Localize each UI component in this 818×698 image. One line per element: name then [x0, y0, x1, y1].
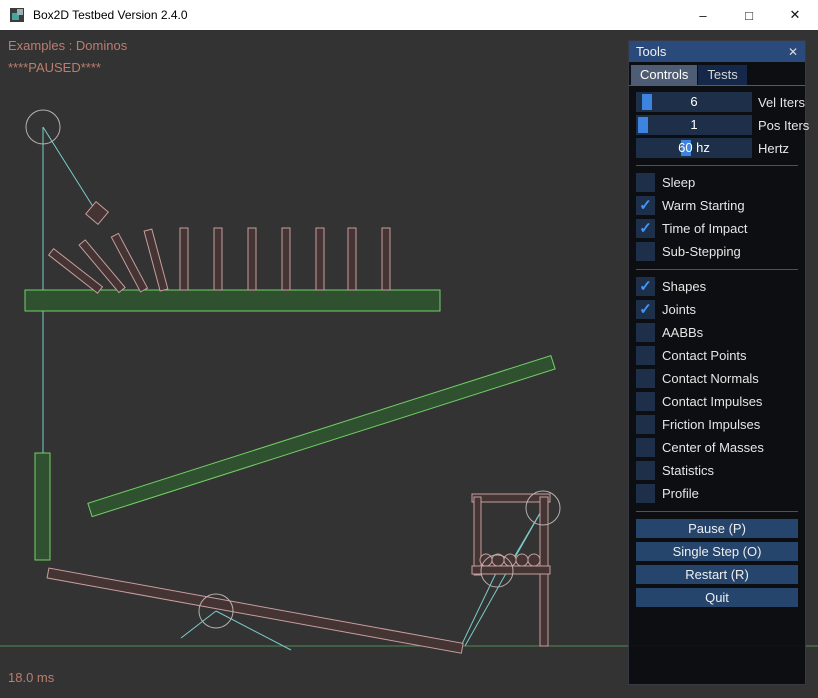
- overlay-text: Examples : Dominos ****PAUSED****: [8, 35, 127, 79]
- tools-panel-title: Tools: [636, 44, 666, 59]
- hertz-row: 60 hz Hertz: [636, 138, 798, 158]
- checkbox-box[interactable]: [636, 484, 655, 503]
- slider-value: 1: [636, 115, 752, 135]
- checkbox-box[interactable]: [636, 173, 655, 192]
- separator: [636, 269, 798, 270]
- tools-panel-titlebar[interactable]: Tools ✕: [629, 41, 805, 62]
- separator: [636, 165, 798, 166]
- checkbox-sub-stepping[interactable]: Sub-Stepping: [636, 242, 798, 261]
- minimize-button[interactable]: –: [680, 0, 726, 30]
- titlebar[interactable]: Box2D Testbed Version 2.4.0 – □ ✕: [0, 0, 818, 30]
- tab-controls[interactable]: Controls: [631, 65, 697, 85]
- seesaw-plank[interactable]: [47, 568, 463, 653]
- maximize-button[interactable]: □: [726, 0, 772, 30]
- checkbox-shapes[interactable]: Shapes: [636, 277, 798, 296]
- restart-button[interactable]: Restart (R): [636, 565, 798, 584]
- checkbox-contact-points[interactable]: Contact Points: [636, 346, 798, 365]
- slider-label: Pos Iters: [758, 118, 809, 133]
- simulation-canvas[interactable]: Examples : Dominos ****PAUSED**** 18.0 m…: [0, 30, 818, 698]
- vel-iters-slider[interactable]: 6: [636, 92, 752, 112]
- tab-bar: Controls Tests: [629, 62, 805, 86]
- checkbox-box[interactable]: [636, 277, 655, 296]
- vel-iters-row: 6 Vel Iters: [636, 92, 798, 112]
- pos-iters-slider[interactable]: 1: [636, 115, 752, 135]
- checkbox-box[interactable]: [636, 196, 655, 215]
- checkbox-joints[interactable]: Joints: [636, 300, 798, 319]
- pause-button[interactable]: Pause (P): [636, 519, 798, 538]
- tab-tests[interactable]: Tests: [698, 65, 746, 85]
- pendulum-box[interactable]: [86, 202, 109, 225]
- checkbox-contact-impulses[interactable]: Contact Impulses: [636, 392, 798, 411]
- checkbox-friction-impulses[interactable]: Friction Impulses: [636, 415, 798, 434]
- close-button[interactable]: ✕: [772, 0, 818, 30]
- panel-close-icon[interactable]: ✕: [788, 45, 798, 59]
- slider-label: Vel Iters: [758, 95, 805, 110]
- single-step-button[interactable]: Single Step (O): [636, 542, 798, 561]
- checkbox-profile[interactable]: Profile: [636, 484, 798, 503]
- checkbox-box[interactable]: [636, 461, 655, 480]
- checkbox-box[interactable]: [636, 346, 655, 365]
- dominoes[interactable]: [49, 228, 390, 293]
- window-title: Box2D Testbed Version 2.4.0: [33, 8, 188, 22]
- quit-button[interactable]: Quit: [636, 588, 798, 607]
- frame-time-label: 18.0 ms: [8, 670, 54, 685]
- checkbox-statistics[interactable]: Statistics: [636, 461, 798, 480]
- checkbox-box[interactable]: [636, 300, 655, 319]
- tools-panel: Tools ✕ Controls Tests 6 Vel Iters: [628, 40, 806, 685]
- small-balls[interactable]: [480, 554, 540, 566]
- angled-plank: [88, 356, 555, 517]
- checkbox-box[interactable]: [636, 323, 655, 342]
- separator: [636, 511, 798, 512]
- slider-value: 60 hz: [636, 138, 752, 158]
- slider-value: 6: [636, 92, 752, 112]
- checkbox-aabbs[interactable]: AABBs: [636, 323, 798, 342]
- checkbox-box[interactable]: [636, 392, 655, 411]
- pos-iters-row: 1 Pos Iters: [636, 115, 798, 135]
- checkbox-sleep[interactable]: Sleep: [636, 173, 798, 192]
- vertical-plank: [35, 453, 50, 560]
- slider-label: Hertz: [758, 141, 789, 156]
- checkbox-box[interactable]: [636, 242, 655, 261]
- checkbox-box[interactable]: [636, 415, 655, 434]
- paused-label: ****PAUSED****: [8, 57, 127, 79]
- checkbox-warm-starting[interactable]: Warm Starting: [636, 196, 798, 215]
- hertz-slider[interactable]: 60 hz: [636, 138, 752, 158]
- window-controls: – □ ✕: [680, 0, 818, 30]
- checkbox-box[interactable]: [636, 219, 655, 238]
- checkbox-contact-normals[interactable]: Contact Normals: [636, 369, 798, 388]
- app-icon: [9, 7, 25, 23]
- domino-shelf: [25, 290, 440, 311]
- checkbox-box[interactable]: [636, 369, 655, 388]
- example-label: Examples : Dominos: [8, 35, 127, 57]
- app-window: Box2D Testbed Version 2.4.0 – □ ✕: [0, 0, 818, 698]
- checkbox-center-of-masses[interactable]: Center of Masses: [636, 438, 798, 457]
- checkbox-time-of-impact[interactable]: Time of Impact: [636, 219, 798, 238]
- checkbox-box[interactable]: [636, 438, 655, 457]
- tools-panel-content: 6 Vel Iters 1 Pos Iters 60 hz: [629, 86, 805, 611]
